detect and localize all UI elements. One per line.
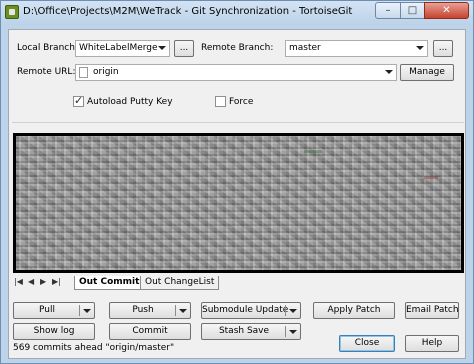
split-divider [175,305,176,316]
tortoisegit-app-icon [5,5,19,19]
pixelated-content [424,176,438,179]
autoload-putty-key-label: Autoload Putty Key [87,97,173,107]
out-commits-list[interactable] [13,133,464,273]
maximize-button[interactable]: □ [400,2,425,19]
remote-url-label: Remote URL: [17,67,76,77]
autoload-putty-key-checkbox[interactable] [73,94,84,107]
tab-strip: |◀ ◀ ▶ ▶| Out Commits Out ChangeList [12,276,464,290]
chevron-down-icon [158,46,166,50]
first-tab-icon[interactable]: |◀ [14,277,23,286]
chevron-down-icon[interactable] [289,330,297,334]
split-divider [79,305,80,316]
remote-branch-combo[interactable]: master [285,40,428,57]
local-branch-value: WhiteLabelMergeRe [79,43,157,53]
push-button[interactable]: Push [109,302,191,319]
last-tab-icon[interactable]: ▶| [52,277,61,286]
remote-branch-label: Remote Branch: [201,43,274,53]
commit-label: Commit [132,326,168,336]
file-icon [79,67,88,78]
split-divider [285,305,286,316]
help-label: Help [421,338,443,348]
dialog-body: Local Branch: WhiteLabelMergeRe ... Remo… [8,29,466,359]
tab-out-changelist[interactable]: Out ChangeList [140,276,220,290]
tab-out-commits[interactable]: Out Commits [74,276,150,290]
submodule-update-button[interactable]: Submodule Update [201,302,301,319]
chevron-down-icon [416,46,424,50]
manage-label: Manage [409,67,445,77]
show-log-label: Show log [33,326,75,336]
divider [12,122,464,123]
apply-patch-label: Apply Patch [327,305,381,315]
split-divider [285,326,286,337]
email-patch-button[interactable]: Email Patch [405,302,459,319]
close-button[interactable]: Close [339,335,395,352]
close-label: Close [354,338,380,348]
force-label: Force [229,97,254,107]
browse-remote-branch-button[interactable]: ... [433,40,453,57]
next-tab-icon[interactable]: ▶ [40,277,46,286]
tab-label: Out ChangeList [145,277,215,287]
pull-label: Pull [39,305,55,315]
pull-button[interactable]: Pull [13,302,95,319]
browse-label: ... [179,43,189,53]
manage-button[interactable]: Manage [400,64,454,81]
pixelated-content [304,150,322,153]
title-bar[interactable]: D:\Office\Projects\M2M\WeTrack - Git Syn… [1,1,473,25]
local-branch-label: Local Branch: [17,43,78,53]
email-patch-label: Email Patch [406,305,459,315]
push-label: Push [132,305,154,315]
remote-url-combo[interactable]: origin [75,64,397,81]
status-text: 569 commits ahead "origin/master" [13,343,175,353]
help-button[interactable]: Help [405,335,459,352]
prev-tab-icon[interactable]: ◀ [28,277,34,286]
submodule-update-label: Submodule Update [202,305,289,315]
minimize-button[interactable]: – [375,2,401,19]
commit-button[interactable]: Commit [109,323,191,340]
chevron-down-icon[interactable] [179,309,187,313]
window-title: D:\Office\Projects\M2M\WeTrack - Git Syn… [23,6,353,17]
close-window-button[interactable]: ✕ [424,2,469,19]
apply-patch-button[interactable]: Apply Patch [313,302,395,319]
chevron-down-icon[interactable] [83,309,91,313]
tab-label: Out Commits [79,277,145,287]
remote-branch-value: master [289,43,321,53]
chevron-down-icon [385,70,393,74]
browse-label: ... [438,43,448,53]
local-branch-combo[interactable]: WhiteLabelMergeRe [75,40,170,57]
stash-save-button[interactable]: Stash Save [201,323,301,340]
browse-local-branch-button[interactable]: ... [174,40,194,57]
stash-save-label: Stash Save [218,326,270,336]
show-log-button[interactable]: Show log [13,323,95,340]
chevron-down-icon[interactable] [289,309,297,313]
force-checkbox[interactable] [215,96,226,107]
dialog-window: D:\Office\Projects\M2M\WeTrack - Git Syn… [0,0,474,364]
remote-url-value: origin [93,67,119,77]
